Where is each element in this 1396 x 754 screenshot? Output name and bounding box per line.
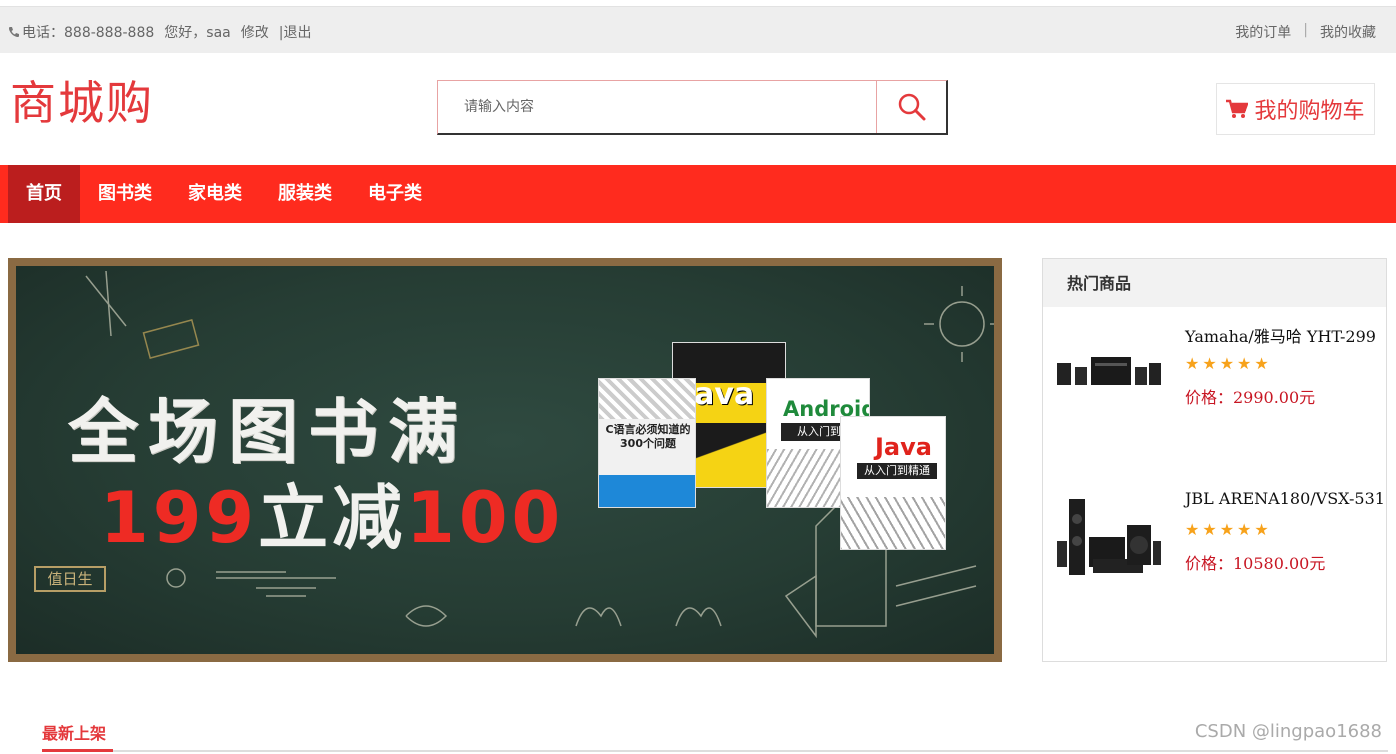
book-cover-c-language: C语言必须知道的300个问题 xyxy=(598,378,696,508)
top-bar-left: 电话：888-888-888 您好，saa 修改 |退出 xyxy=(8,22,311,42)
cart-button[interactable]: 我的购物车 xyxy=(1216,83,1375,135)
top-bar-right: 我的订单 | 我的收藏 xyxy=(1235,22,1376,42)
section-divider xyxy=(42,749,1388,752)
cart-label: 我的购物车 xyxy=(1254,99,1365,124)
product-name[interactable]: Yamaha/雅马哈 YHT-299 xyxy=(1185,323,1376,347)
nav-item-appliances[interactable]: 家电类 xyxy=(170,165,260,223)
main-nav: 首页 图书类 家电类 服装类 电子类 xyxy=(0,165,1396,223)
product-price: 价格：2990.00元 xyxy=(1185,388,1316,407)
book-cover-java-basics: Java 从入门到精通 xyxy=(840,416,946,550)
site-logo[interactable]: 商城购 xyxy=(10,80,154,126)
product-rating: ★★★★★ xyxy=(1185,520,1272,539)
top-bar: 电话：888-888-888 您好，saa 修改 |退出 我的订单 | 我的收藏 xyxy=(0,6,1396,53)
duty-tag: 值日生 xyxy=(34,566,106,592)
search-input[interactable] xyxy=(438,81,876,133)
product-card[interactable]: Yamaha/雅马哈 YHT-299 ★★★★★ 价格：2990.00元 xyxy=(1043,317,1386,437)
product-image[interactable] xyxy=(1055,497,1163,577)
nav-item-electronics[interactable]: 电子类 xyxy=(350,165,440,223)
promo-threshold: 199 xyxy=(100,477,259,559)
newest-tab[interactable]: 最新上架 xyxy=(42,720,106,744)
product-name[interactable]: JBL ARENA180/VSX-531 xyxy=(1185,489,1385,508)
user-greeting: 您好，saa xyxy=(164,25,231,41)
divider: | xyxy=(1303,22,1308,38)
hot-products-panel: 热门商品 Yamaha/雅马哈 YHT-299 ★★★★★ 价格：2990.00… xyxy=(1042,258,1387,662)
chalkboard: 全场图书满 199立减100 值日生 Java C语言必须知道的300个问题 A… xyxy=(16,266,994,654)
book-title-java-basics: Java xyxy=(875,433,932,461)
search-bar xyxy=(437,80,948,135)
search-icon xyxy=(898,93,925,121)
my-orders-link[interactable]: 我的订单 xyxy=(1235,22,1291,42)
promo-line-2: 199立减100 xyxy=(100,462,564,563)
watermark: CSDN @lingpao1688 xyxy=(1194,721,1382,742)
phone-number: 电话：888-888-888 xyxy=(22,25,155,41)
product-rating: ★★★★★ xyxy=(1185,354,1272,373)
hot-products-title: 热门商品 xyxy=(1043,259,1386,307)
product-price: 价格：10580.00元 xyxy=(1185,554,1326,573)
product-image[interactable] xyxy=(1055,353,1163,387)
nav-item-books[interactable]: 图书类 xyxy=(80,165,170,223)
my-favorites-link[interactable]: 我的收藏 xyxy=(1320,22,1376,42)
edit-profile-link[interactable]: 修改 xyxy=(241,22,269,42)
logout-link[interactable]: |退出 xyxy=(279,22,312,42)
product-card[interactable]: JBL ARENA180/VSX-531 ★★★★★ 价格：10580.00元 xyxy=(1043,483,1386,603)
cart-icon xyxy=(1226,99,1249,118)
book-title-c-language: C语言必须知道的300个问题 xyxy=(605,423,691,450)
search-button[interactable] xyxy=(876,81,946,133)
promo-discount: 100 xyxy=(406,477,565,559)
phone-icon xyxy=(9,27,19,37)
active-tab-indicator xyxy=(42,749,113,752)
promo-banner[interactable]: 全场图书满 199立减100 值日生 Java C语言必须知道的300个问题 A… xyxy=(8,258,1002,662)
promo-text: 立减 xyxy=(258,477,407,559)
nav-item-home[interactable]: 首页 xyxy=(8,165,80,223)
nav-item-clothing[interactable]: 服装类 xyxy=(260,165,350,223)
